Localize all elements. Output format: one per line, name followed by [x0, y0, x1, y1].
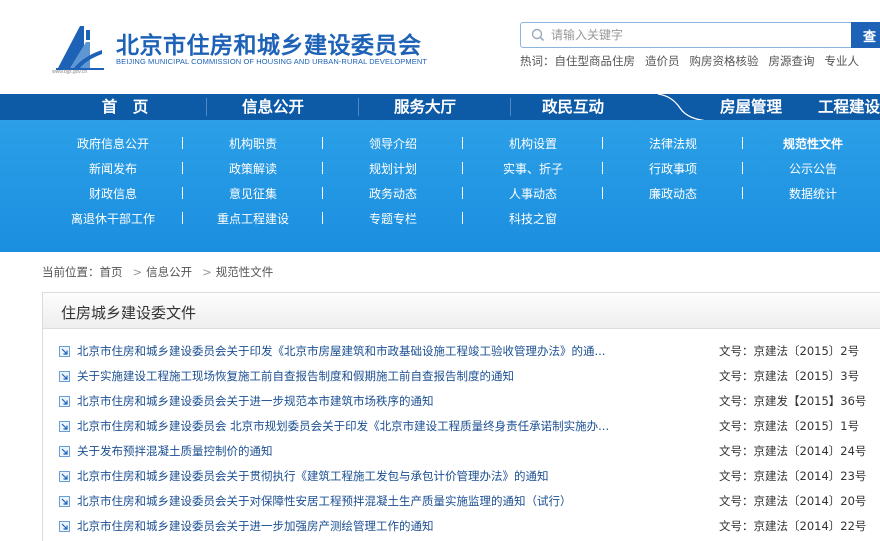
- search-box: [520, 22, 852, 48]
- main-nav: 首 页 信息公开 服务大厅 政民互动 房屋管理 工程建设: [0, 94, 880, 120]
- nav-item-home[interactable]: 首 页: [70, 94, 180, 120]
- subnav-item-finance[interactable]: 财政信息: [43, 184, 183, 204]
- document-number: 文号：京建法〔2015〕2号: [719, 344, 860, 358]
- subnav-item-leaders[interactable]: 领导介绍: [323, 134, 463, 154]
- document-row[interactable]: 北京市住房和城乡建设委员会关于进一步加强房产测绘管理工作的通知 文号：京建法〔2…: [43, 514, 880, 539]
- document-number: 文号：京建法〔2015〕3号: [719, 369, 860, 383]
- subnav-item-opinions[interactable]: 意见征集: [183, 184, 323, 204]
- subnav-item-integrity[interactable]: 廉政动态: [603, 184, 743, 204]
- nav-divider: [510, 98, 511, 116]
- arrow-bullet-icon: [59, 496, 70, 507]
- document-number: 文号：京建发【2015】36号: [719, 394, 867, 408]
- panel-title: 住房城乡建设委文件: [61, 304, 197, 322]
- arrow-bullet-icon: [59, 446, 70, 457]
- breadcrumb-link-home[interactable]: 首页: [100, 265, 123, 279]
- subnav-row: 政府信息公开 机构职责 领导介绍 机构设置 法律法规 规范性文件: [0, 134, 880, 154]
- breadcrumb: 当前位置：首页 > 信息公开 > 规范性文件: [42, 264, 277, 280]
- arrow-bullet-icon: [59, 471, 70, 482]
- nav-item-service-hall[interactable]: 服务大厅: [370, 94, 480, 120]
- logo-url: www.bjjs.gov.cn: [52, 69, 88, 75]
- document-number: 文号：京建法〔2014〕24号: [719, 444, 867, 458]
- document-title-link[interactable]: 北京市住房和城乡建设委员会关于贯彻执行《建筑工程施工发包与承包计价管理办法》的通…: [77, 468, 647, 484]
- nav-tab-curve: [657, 94, 710, 122]
- panel-header: 住房城乡建设委文件: [43, 293, 880, 329]
- document-panel: 住房城乡建设委文件 北京市住房和城乡建设委员会关于印发《北京市房屋建筑和市政基础…: [42, 292, 880, 541]
- hot-word-link[interactable]: 自住型商品住房: [555, 54, 636, 68]
- subnav-row: 新闻发布 政策解读 规划计划 实事、折子 行政事项 公示公告: [0, 159, 880, 179]
- document-row[interactable]: 关于发布预拌混凝土质量控制价的通知 文号：京建法〔2014〕24号: [43, 439, 880, 464]
- arrow-bullet-icon: [59, 371, 70, 382]
- subnav-item-gov-info[interactable]: 政府信息公开: [43, 134, 183, 154]
- arrow-bullet-icon: [59, 521, 70, 532]
- subnav-item-announcements[interactable]: 公示公告: [743, 159, 880, 179]
- subnav-item-gov-news[interactable]: 政务动态: [323, 184, 463, 204]
- subnav-item-laws[interactable]: 法律法规: [603, 134, 743, 154]
- document-number: 文号：京建法〔2015〕1号: [719, 419, 860, 433]
- document-number: 文号：京建法〔2014〕20号: [719, 494, 867, 508]
- document-title-link[interactable]: 北京市住房和城乡建设委员会关于进一步加强房产测绘管理工作的通知: [77, 518, 647, 534]
- document-title-link[interactable]: 北京市住房和城乡建设委员会关于对保障性安居工程预拌混凝土生产质量实施监理的通知（…: [77, 493, 647, 509]
- hot-word-link[interactable]: 造价员: [645, 54, 680, 68]
- document-row[interactable]: 北京市住房和城乡建设委员会关于对保障性安居工程预拌混凝土生产质量实施监理的通知（…: [43, 489, 880, 514]
- document-number: 文号：京建法〔2014〕22号: [719, 519, 867, 533]
- hot-words-label: 热词：: [520, 54, 555, 68]
- document-row[interactable]: 北京市住房和城乡建设委员会 北京市规划委员会关于印发《北京市建设工程质量终身责任…: [43, 414, 880, 439]
- document-title-link[interactable]: 北京市住房和城乡建设委员会关于进一步规范本市建筑市场秩序的通知: [77, 393, 647, 409]
- subnav-item-statistics[interactable]: 数据统计: [743, 184, 880, 204]
- search-icon: [531, 28, 545, 42]
- document-row[interactable]: 北京市住房和城乡建设委员会关于印发《北京市房屋建筑和市政基础设施工程竣工验收管理…: [43, 339, 880, 364]
- document-title-link[interactable]: 北京市住房和城乡建设委员会 北京市规划委员会关于印发《北京市建设工程质量终身责任…: [77, 418, 647, 434]
- search-button[interactable]: 查: [851, 22, 880, 48]
- document-title-link[interactable]: 北京市住房和城乡建设委员会关于印发《北京市房屋建筑和市政基础设施工程竣工验收管理…: [77, 343, 647, 359]
- document-title-link[interactable]: 关于发布预拌混凝土质量控制价的通知: [77, 443, 647, 459]
- subnav-item-personnel[interactable]: 人事动态: [463, 184, 603, 204]
- page: www.bjjs.gov.cn 北京市住房和城乡建设委员会 BEIJING MU…: [0, 0, 880, 541]
- subnav-item-affairs[interactable]: 实事、折子: [463, 159, 603, 179]
- document-row[interactable]: 北京市住房和城乡建设委员会关于贯彻执行《建筑工程施工发包与承包计价管理办法》的通…: [43, 464, 880, 489]
- site-header: www.bjjs.gov.cn 北京市住房和城乡建设委员会 BEIJING MU…: [0, 0, 880, 94]
- subnav-item-organization[interactable]: 机构设置: [463, 134, 603, 154]
- subnav-row: 离退休干部工作 重点工程建设 专题专栏 科技之窗: [0, 209, 880, 229]
- arrow-bullet-icon: [59, 346, 70, 357]
- breadcrumb-chevron-icon: >: [202, 265, 212, 279]
- document-title-link[interactable]: 关于实施建设工程施工现场恢复施工前自查报告制度和假期施工前自查报告制度的通知: [77, 368, 647, 384]
- hot-word-link[interactable]: 房源查询: [769, 54, 815, 68]
- nav-item-engineering[interactable]: 工程建设: [818, 94, 880, 120]
- hot-word-link[interactable]: 专业人: [825, 54, 860, 68]
- subnav-panel: 政府信息公开 机构职责 领导介绍 机构设置 法律法规 规范性文件 新闻发布 政策…: [0, 120, 880, 252]
- hot-words: 热词：自住型商品住房 造价员 购房资格核验 房源查询 专业人: [520, 53, 869, 69]
- breadcrumb-label: 当前位置：: [42, 265, 100, 279]
- breadcrumb-current[interactable]: 规范性文件: [216, 265, 274, 279]
- subnav-item-news[interactable]: 新闻发布: [43, 159, 183, 179]
- subnav-item-retirees[interactable]: 离退休干部工作: [43, 209, 183, 229]
- building-logo-icon[interactable]: [50, 16, 110, 74]
- subnav-item-policy[interactable]: 政策解读: [183, 159, 323, 179]
- document-row[interactable]: 北京市住房和城乡建设委员会关于进一步规范本市建筑市场秩序的通知 文号：京建发【2…: [43, 389, 880, 414]
- nav-item-info-disclosure[interactable]: 信息公开: [218, 94, 328, 120]
- subnav-row: 财政信息 意见征集 政务动态 人事动态 廉政动态 数据统计: [0, 184, 880, 204]
- subnav-item-normative-docs[interactable]: 规范性文件: [743, 134, 880, 154]
- subnav-item-key-projects[interactable]: 重点工程建设: [183, 209, 323, 229]
- nav-divider: [358, 98, 359, 116]
- document-number: 文号：京建法〔2014〕23号: [719, 469, 867, 483]
- site-subtitle: BEIJING MUNICIPAL COMMISSION OF HOUSING …: [116, 57, 428, 66]
- arrow-bullet-icon: [59, 421, 70, 432]
- nav-item-interaction[interactable]: 政民互动: [518, 94, 628, 120]
- subnav-item-technology[interactable]: 科技之窗: [463, 209, 603, 229]
- subnav-item-duties[interactable]: 机构职责: [183, 134, 323, 154]
- nav-divider: [206, 98, 207, 116]
- hot-word-link[interactable]: 购房资格核验: [690, 54, 759, 68]
- arrow-bullet-icon: [59, 396, 70, 407]
- nav-item-housing[interactable]: 房屋管理: [696, 94, 806, 120]
- breadcrumb-link-info[interactable]: 信息公开: [146, 265, 192, 279]
- subnav-item-special-topics[interactable]: 专题专栏: [323, 209, 463, 229]
- document-row[interactable]: 关于实施建设工程施工现场恢复施工前自查报告制度和假期施工前自查报告制度的通知 文…: [43, 364, 880, 389]
- search-input[interactable]: [551, 25, 846, 45]
- breadcrumb-chevron-icon: >: [132, 265, 143, 279]
- site-title[interactable]: 北京市住房和城乡建设委员会: [116, 26, 422, 60]
- subnav-item-planning[interactable]: 规划计划: [323, 159, 463, 179]
- subnav-item-admin-matters[interactable]: 行政事项: [603, 159, 743, 179]
